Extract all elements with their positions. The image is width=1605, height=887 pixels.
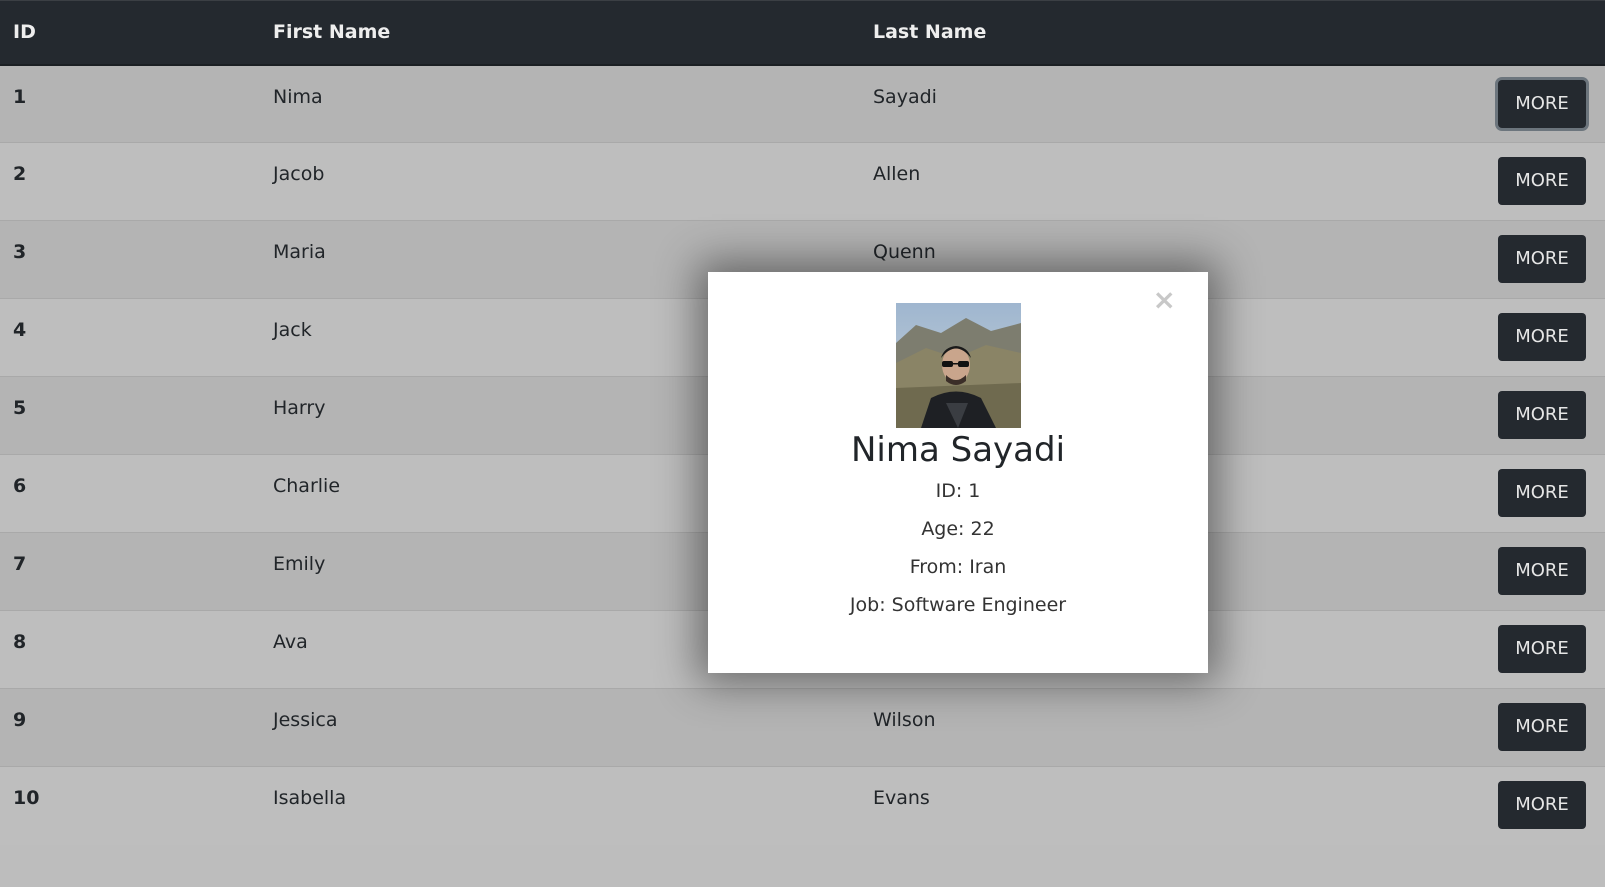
table-row: 1 Nima Sayadi MORE xyxy=(0,64,1605,143)
cell-action: MORE xyxy=(1448,299,1605,377)
cell-action: MORE xyxy=(1448,689,1605,767)
modal-user-name: Nima Sayadi xyxy=(850,430,1066,470)
cell-first-name: Jessica xyxy=(273,709,338,731)
header-first-name: First Name xyxy=(273,21,391,44)
cell-id: 5 xyxy=(13,397,27,419)
cell-first-name: Isabella xyxy=(273,787,347,809)
table-row: 9 Jessica Wilson MORE xyxy=(0,688,1605,767)
modal-job: Job: Software Engineer xyxy=(849,594,1067,616)
cell-id: 10 xyxy=(13,787,40,809)
cell-action: MORE xyxy=(1448,65,1605,143)
cell-id: 6 xyxy=(13,475,27,497)
header-row: ID First Name Last Name xyxy=(0,0,1605,65)
modal-from: From: Iran xyxy=(909,556,1007,578)
cell-first-name: Jacob xyxy=(273,163,325,185)
cell-action: MORE xyxy=(1448,221,1605,299)
header-last-name: Last Name xyxy=(873,21,987,44)
table-header: ID First Name Last Name xyxy=(0,0,1605,65)
more-button[interactable]: MORE xyxy=(1498,157,1586,205)
cell-action: MORE xyxy=(1448,611,1605,689)
more-button[interactable]: MORE xyxy=(1498,391,1586,439)
more-button[interactable]: MORE xyxy=(1498,469,1586,517)
cell-last-name: Evans xyxy=(873,787,930,809)
more-button[interactable]: MORE xyxy=(1498,703,1586,751)
more-button[interactable]: MORE xyxy=(1498,235,1586,283)
cell-last-name: Allen xyxy=(873,163,921,185)
cell-action: MORE xyxy=(1448,377,1605,455)
cell-id: 3 xyxy=(13,241,27,263)
cell-last-name: Wilson xyxy=(873,709,936,731)
cell-action: MORE xyxy=(1448,143,1605,221)
cell-id: 9 xyxy=(13,709,27,731)
cell-action: MORE xyxy=(1448,533,1605,611)
cell-id: 7 xyxy=(13,553,27,575)
avatar xyxy=(895,303,1021,428)
more-button[interactable]: MORE xyxy=(1498,547,1586,595)
more-button[interactable]: MORE xyxy=(1498,625,1586,673)
cell-first-name: Nima xyxy=(273,85,323,108)
cell-id: 4 xyxy=(13,319,27,341)
cell-id: 8 xyxy=(13,631,27,653)
table-row: 2 Jacob Allen MORE xyxy=(0,142,1605,221)
cell-id: 1 xyxy=(13,85,27,108)
cell-action: MORE xyxy=(1448,455,1605,533)
user-details-modal: × Nima Sayadi ID: 1 Age: 22 From: Iran J… xyxy=(708,272,1208,673)
cell-id: 2 xyxy=(13,163,27,185)
more-button[interactable]: MORE xyxy=(1498,79,1586,128)
more-button[interactable]: MORE xyxy=(1498,313,1586,361)
cell-last-name: Sayadi xyxy=(873,85,937,108)
close-icon[interactable]: × xyxy=(1153,286,1176,314)
cell-action: MORE xyxy=(1448,767,1605,845)
modal-age: Age: 22 xyxy=(921,518,995,540)
modal-id: ID: 1 xyxy=(935,480,981,502)
more-button[interactable]: MORE xyxy=(1498,781,1586,829)
header-id: ID xyxy=(13,21,36,44)
table-row: 10 Isabella Evans MORE xyxy=(0,766,1605,845)
header-actions xyxy=(1448,1,1605,65)
